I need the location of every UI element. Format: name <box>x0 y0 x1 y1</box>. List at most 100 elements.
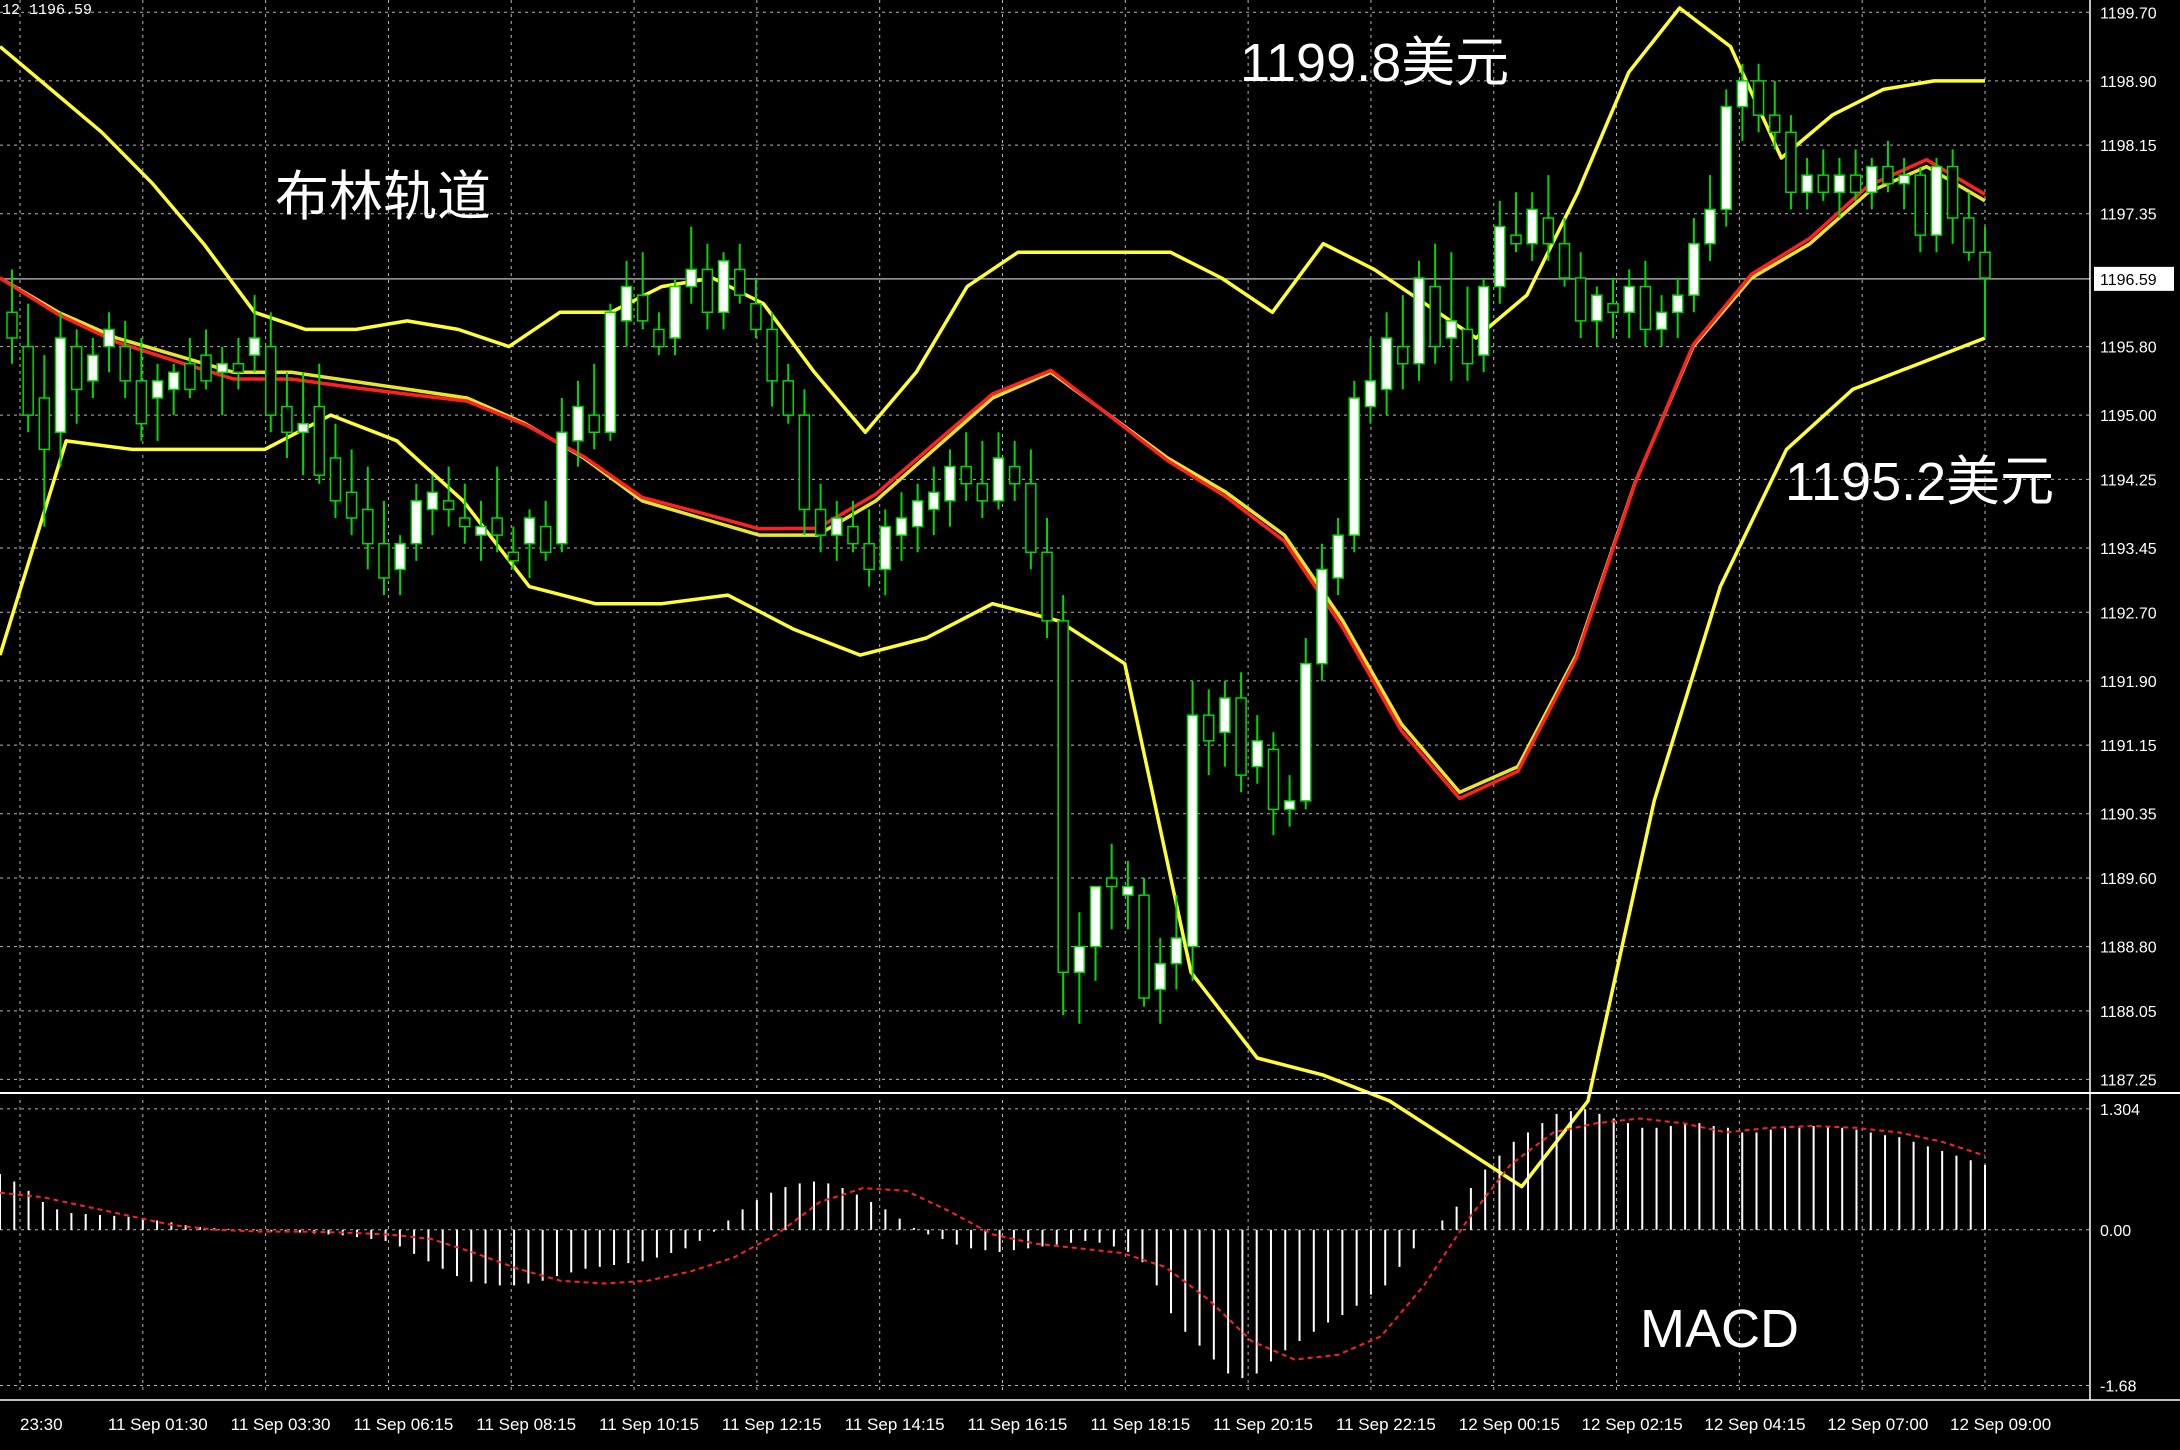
candle-body <box>167 371 180 391</box>
x-tick-label: 11 Sep 01:30 <box>108 1415 208 1434</box>
candle-body <box>248 337 261 356</box>
candle-body <box>1300 662 1312 802</box>
candle-body <box>1607 302 1619 314</box>
candle-body <box>653 328 665 348</box>
candle-body <box>1946 165 1959 219</box>
candle-body <box>281 405 293 434</box>
candle-body <box>1364 380 1377 408</box>
candle-body <box>265 345 277 416</box>
candle-body <box>1316 568 1328 665</box>
x-tick-label: 23:30 <box>20 1415 63 1434</box>
candle-body <box>1041 551 1053 622</box>
candle-body <box>1477 285 1490 356</box>
candle-body <box>70 345 83 391</box>
candle-body <box>1445 320 1458 339</box>
y-tick-label: 1188.80 <box>2100 940 2157 957</box>
candle-body <box>1202 714 1215 742</box>
candle-body <box>1849 174 1862 194</box>
candle-body <box>38 397 51 451</box>
candle-body <box>1057 620 1069 974</box>
candle-body <box>232 362 245 374</box>
candle-body <box>1526 208 1538 245</box>
candle-body <box>1963 217 1975 254</box>
candle-body <box>1170 937 1183 965</box>
x-tick-label: 11 Sep 06:15 <box>353 1415 453 1434</box>
candle-body <box>620 285 633 322</box>
y-tick-label: 1188.05 <box>2100 1004 2157 1021</box>
candle-body <box>1639 285 1652 331</box>
candle-body <box>928 491 940 511</box>
candle-body <box>1154 962 1166 991</box>
candle-body <box>151 380 164 399</box>
x-tick-label: 12 Sep 07:00 <box>1827 1415 1928 1434</box>
candle-body <box>1866 165 1878 194</box>
y-tick-label: 1191.15 <box>2100 738 2157 755</box>
candle-body <box>831 517 843 536</box>
annotation-macd: MACD <box>1640 1299 1799 1359</box>
candle-body <box>410 500 423 545</box>
candle-body <box>1930 165 1943 236</box>
candle-body <box>1574 277 1587 322</box>
candle-body <box>636 294 649 322</box>
candle-body <box>394 542 406 571</box>
x-tick-label: 12 Sep 04:15 <box>1704 1415 1805 1434</box>
candle-body <box>572 405 584 442</box>
x-tick-label: 11 Sep 03:30 <box>231 1415 331 1434</box>
x-tick-label: 11 Sep 22:15 <box>1336 1415 1436 1434</box>
candle-body <box>798 414 811 511</box>
candle-body <box>766 328 778 382</box>
candle-body <box>1073 945 1086 974</box>
candle-body <box>1089 885 1102 948</box>
y-tick-label: 1198.90 <box>2100 74 2157 91</box>
candle-body <box>992 457 1005 502</box>
candle-body <box>119 345 131 382</box>
y-tick-label: 1190.35 <box>2100 807 2157 824</box>
candle-body <box>1267 748 1280 811</box>
y-tick-label: 1199.70 <box>2100 5 2157 22</box>
candle-body <box>216 362 228 374</box>
x-tick-label: 12 Sep 02:15 <box>1582 1415 1683 1434</box>
candle-body <box>135 380 148 425</box>
candle-body <box>345 491 358 519</box>
candle-body <box>1914 174 1927 236</box>
candle-body <box>426 491 439 511</box>
candle-body <box>475 525 487 536</box>
candle-body <box>1461 328 1474 365</box>
candle-body <box>491 517 503 536</box>
macd-y-tick-label: 1.304 <box>2100 1102 2140 1119</box>
y-tick-label: 1198.15 <box>2100 138 2157 155</box>
x-tick-label: 12 Sep 00:15 <box>1459 1415 1560 1434</box>
candle-body <box>1817 174 1830 194</box>
candle-body <box>507 551 520 562</box>
candle-body <box>750 302 762 331</box>
candle-body <box>1397 345 1409 365</box>
candle-body <box>1704 208 1716 245</box>
symbol-info: 12 1196.59 <box>2 2 93 19</box>
candle-body <box>1348 397 1361 536</box>
candle-body <box>863 542 875 571</box>
candle-body <box>1688 242 1700 296</box>
candle-body <box>556 431 568 545</box>
candle-body <box>1785 131 1797 194</box>
candle-body <box>1332 534 1344 579</box>
candle-body <box>1494 225 1506 288</box>
candle-body <box>1219 697 1231 734</box>
candle-body <box>1413 277 1425 365</box>
candle-body <box>604 311 617 434</box>
candle-body <box>1655 311 1668 331</box>
candle-body <box>1623 285 1635 314</box>
y-tick-label: 1193.45 <box>2100 541 2157 558</box>
candle-body <box>329 457 342 502</box>
candle-body <box>1558 242 1571 279</box>
macd-y-tick-label: -1.68 <box>2100 1379 2137 1396</box>
candle-body <box>1898 174 1910 185</box>
candle-body <box>523 517 536 545</box>
candle-body <box>944 465 956 502</box>
candle-body <box>911 500 924 528</box>
candle-body <box>1833 174 1846 194</box>
candle-body <box>313 405 326 476</box>
candle-body <box>539 525 552 554</box>
candle-body <box>701 268 714 314</box>
candle-body <box>1138 894 1150 999</box>
candle-body <box>1769 114 1781 134</box>
